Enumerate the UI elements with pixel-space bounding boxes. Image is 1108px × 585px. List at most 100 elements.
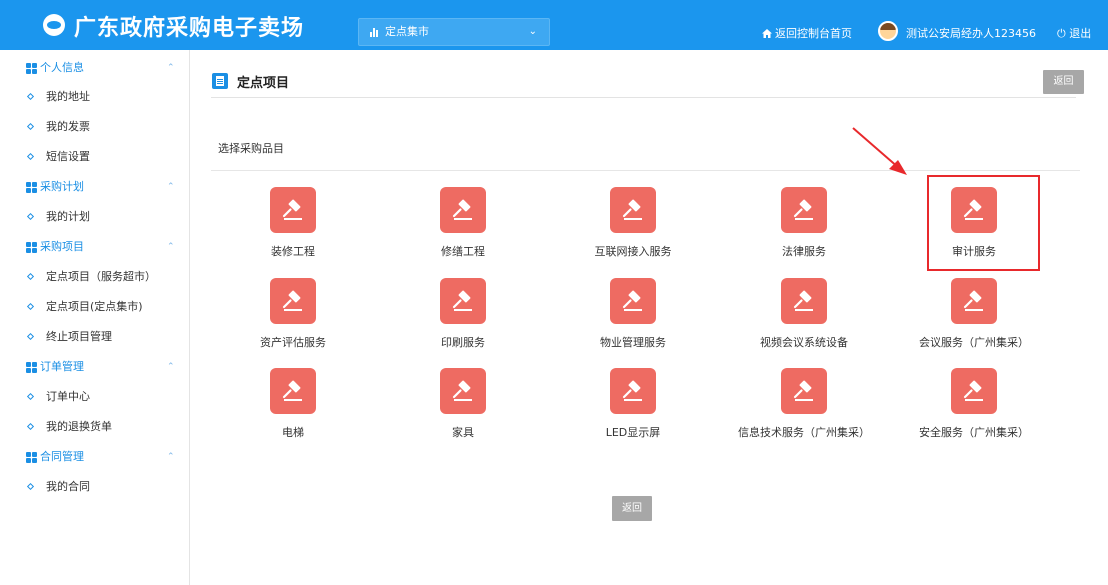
category-tile[interactable] [781, 187, 827, 233]
category-tile[interactable] [440, 278, 486, 324]
user-name[interactable]: 测试公安局经办人123456 [906, 25, 1036, 41]
category-card[interactable]: 安全服务（广州集采） [899, 368, 1049, 448]
sidebar-item-sms-settings[interactable]: 短信设置 [0, 142, 190, 172]
category-tile[interactable] [440, 368, 486, 414]
category-tile[interactable] [951, 368, 997, 414]
category-card[interactable]: 物业管理服务 [558, 278, 708, 358]
category-tile[interactable] [610, 278, 656, 324]
category-card[interactable]: LED显示屏 [558, 368, 708, 448]
gavel-icon [793, 290, 813, 311]
category-tile[interactable] [610, 368, 656, 414]
market-select-value: 定点集市 [385, 25, 429, 38]
sidebar-group-procurement-plan[interactable]: 采购计划 ⌃ [0, 172, 190, 202]
logo-icon [43, 14, 65, 36]
category-label[interactable]: 视频会议系统设备 [729, 334, 879, 350]
logout-label: 退出 [1069, 27, 1092, 40]
category-label[interactable]: 互联网接入服务 [558, 243, 708, 259]
home-link[interactable]: 返回控制台首页 [762, 25, 852, 41]
divider [211, 170, 1080, 171]
sidebar-item-designated-market[interactable]: 定点项目(定点集市) [0, 292, 190, 322]
chevron-up-icon[interactable]: ⌃ [167, 442, 175, 472]
site-title: 广东政府采购电子卖场 [74, 15, 305, 41]
category-label[interactable]: 修缮工程 [388, 243, 538, 259]
category-tile[interactable] [270, 187, 316, 233]
category-label[interactable]: 装修工程 [218, 243, 368, 259]
chevron-up-icon[interactable]: ⌃ [167, 352, 175, 382]
grid-icon [26, 182, 37, 193]
sidebar-item-my-plan[interactable]: 我的计划 [0, 202, 190, 232]
category-label[interactable]: 物业管理服务 [558, 334, 708, 350]
document-icon [212, 73, 228, 89]
section-label: 选择采购品目 [218, 142, 284, 155]
category-label[interactable]: 法律服务 [729, 243, 879, 259]
category-label[interactable]: 资产评估服务 [218, 334, 368, 350]
category-card[interactable]: 资产评估服务 [218, 278, 368, 358]
category-label[interactable]: LED显示屏 [558, 424, 708, 440]
category-label[interactable]: 电梯 [218, 424, 368, 440]
sidebar-item-my-invoice[interactable]: 我的发票 [0, 112, 190, 142]
category-card[interactable]: 信息技术服务（广州集采） [729, 368, 879, 448]
sidebar-item-label: 短信设置 [46, 150, 90, 163]
category-tile[interactable] [270, 278, 316, 324]
sidebar-item-order-center[interactable]: 订单中心 [0, 382, 190, 412]
sidebar-item-my-contract[interactable]: 我的合同 [0, 472, 190, 502]
category-card[interactable]: 修缮工程 [388, 187, 538, 267]
sidebar-group-procurement-project[interactable]: 采购项目 ⌃ [0, 232, 190, 262]
category-card[interactable]: 视频会议系统设备 [729, 278, 879, 358]
category-label[interactable]: 印刷服务 [388, 334, 538, 350]
category-card[interactable]: 家具 [388, 368, 538, 448]
sidebar-group-label: 采购项目 [40, 240, 84, 253]
sidebar-item-returns[interactable]: 我的退换货单 [0, 412, 190, 442]
divider [211, 97, 1076, 98]
gavel-icon [452, 199, 472, 220]
diamond-icon [26, 122, 35, 131]
grid-icon [26, 63, 37, 74]
gavel-icon [622, 290, 642, 311]
gavel-icon [282, 199, 302, 220]
category-card[interactable]: 会议服务（广州集采） [899, 278, 1049, 358]
sidebar-item-my-address[interactable]: 我的地址 [0, 82, 190, 112]
sidebar-item-service-market[interactable]: 定点项目（服务超市） [0, 262, 190, 292]
category-card[interactable]: 法律服务 [729, 187, 879, 267]
category-tile[interactable] [610, 187, 656, 233]
category-tile[interactable] [951, 278, 997, 324]
sidebar-item-label: 我的合同 [46, 480, 90, 493]
diamond-icon [26, 272, 35, 281]
page-title: 定点项目 [237, 76, 290, 91]
gavel-icon [282, 290, 302, 311]
sidebar-item-label: 我的地址 [46, 90, 90, 103]
gavel-icon [282, 380, 302, 401]
category-label[interactable]: 安全服务（广州集采） [899, 424, 1049, 440]
category-label[interactable]: 家具 [388, 424, 538, 440]
category-tile[interactable] [781, 368, 827, 414]
logout-link[interactable]: ⏻ 退出 [1057, 25, 1091, 41]
diamond-icon [26, 392, 35, 401]
category-card[interactable]: 互联网接入服务 [558, 187, 708, 267]
home-link-label: 返回控制台首页 [775, 27, 852, 40]
category-label[interactable]: 会议服务（广州集采） [899, 334, 1049, 350]
chevron-up-icon[interactable]: ⌃ [167, 53, 175, 83]
sidebar-group-label: 个人信息 [40, 61, 84, 74]
sidebar-item-terminated-projects[interactable]: 终止项目管理 [0, 322, 190, 352]
avatar[interactable] [878, 21, 898, 41]
gavel-icon [622, 199, 642, 220]
sidebar-group-contract-management[interactable]: 合同管理 ⌃ [0, 442, 190, 472]
category-label[interactable]: 信息技术服务（广州集采） [729, 424, 879, 440]
sidebar-item-label: 终止项目管理 [46, 330, 112, 343]
sidebar-item-label: 定点项目(定点集市) [46, 300, 143, 313]
category-tile[interactable] [440, 187, 486, 233]
return-button[interactable]: 返回 [1043, 70, 1084, 94]
category-card[interactable]: 电梯 [218, 368, 368, 448]
market-select[interactable]: 定点集市 ⌄ [358, 18, 550, 46]
sidebar-group-order-management[interactable]: 订单管理 ⌃ [0, 352, 190, 382]
grid-icon [26, 242, 37, 253]
category-card[interactable]: 印刷服务 [388, 278, 538, 358]
chevron-up-icon[interactable]: ⌃ [167, 172, 175, 202]
category-tile[interactable] [781, 278, 827, 324]
category-tile[interactable] [270, 368, 316, 414]
sidebar-group-personal-info[interactable]: 个人信息 ⌃ [0, 53, 190, 83]
chevron-up-icon[interactable]: ⌃ [167, 232, 175, 262]
gavel-icon [793, 380, 813, 401]
bottom-return-button[interactable]: 返回 [612, 496, 652, 521]
category-card[interactable]: 装修工程 [218, 187, 368, 267]
